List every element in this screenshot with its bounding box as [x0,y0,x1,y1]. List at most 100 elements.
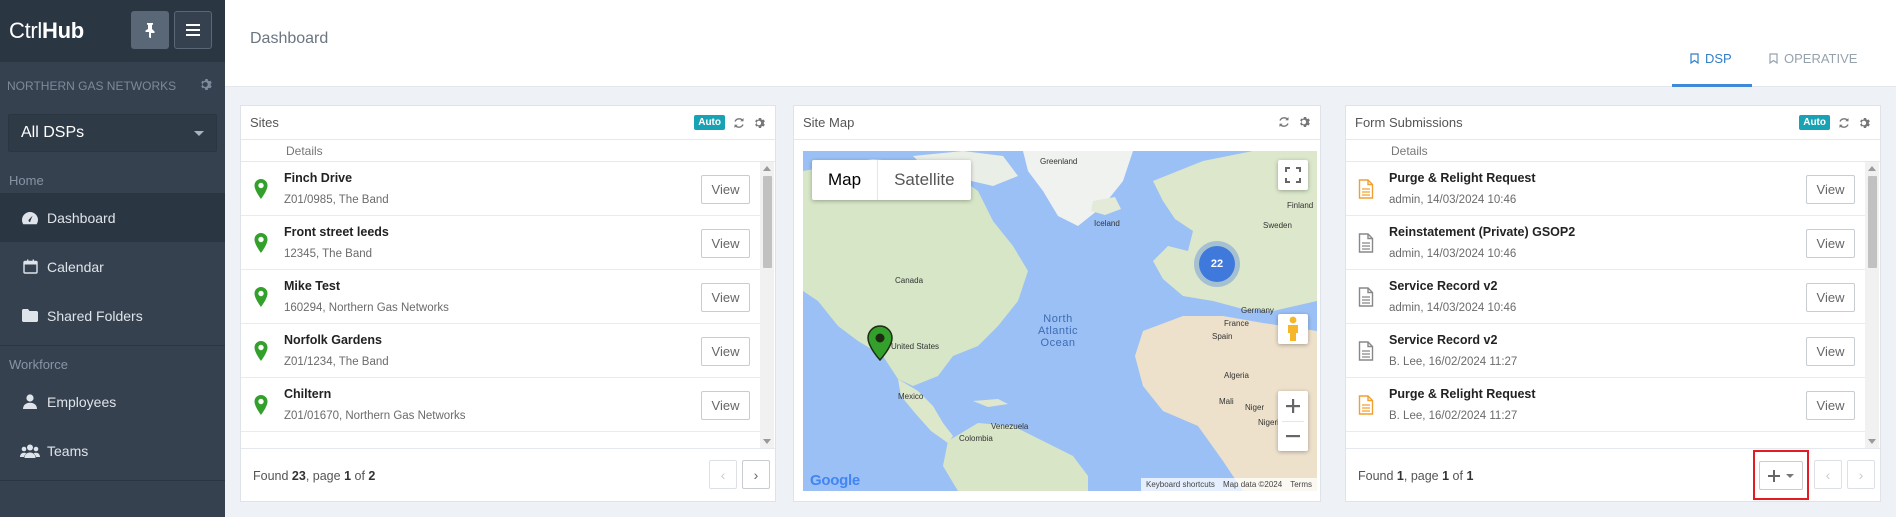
scroll-up-arrow-icon[interactable] [1868,166,1876,171]
panel-header: Site Map [794,106,1320,140]
map-label-mali: Mali [1219,397,1234,406]
app-logo[interactable]: CtrlHub [9,18,84,44]
pin-sidebar-button[interactable] [131,11,169,49]
document-icon [1358,233,1374,253]
settings-gear-icon[interactable] [1858,116,1872,130]
terms-link[interactable]: Terms [1290,480,1312,489]
org-settings-gear-icon[interactable] [200,78,213,94]
zoom-in-button[interactable] [1286,391,1300,421]
bookmark-icon [1769,53,1778,64]
panel-title: Sites [250,115,279,130]
refresh-icon[interactable] [732,116,746,130]
organisation-name: NORTHERN GAS NETWORKS [0,62,225,110]
sidebar-item-dashboard[interactable]: Dashboard [0,193,225,242]
minus-icon [1286,435,1300,438]
list-item: Service Record v2 admin, 14/03/2024 10:4… [1346,270,1866,324]
list-item: Purge & Relight Request B. Lee, 16/02/20… [1346,378,1866,432]
settings-gear-icon[interactable] [753,116,767,130]
caret-down-icon [1786,473,1794,478]
view-button[interactable]: View [1806,229,1855,258]
form-name: Purge & Relight Request [1389,171,1536,185]
form-name: Reinstatement (Private) GSOP2 [1389,225,1576,239]
scroll-down-arrow-icon[interactable] [763,439,771,444]
tab-dsp[interactable]: DSP [1690,51,1732,66]
menu-toggle-button[interactable] [174,11,212,49]
form-details: admin, 14/03/2024 10:46 [1389,248,1517,260]
map-marker-icon [254,233,268,253]
view-button[interactable]: View [701,283,750,312]
pegman-icon [1288,316,1298,341]
add-form-dropdown-button[interactable] [1759,461,1803,490]
scroll-thumb[interactable] [763,176,772,268]
site-details: 160294, Northern Gas Networks [284,302,449,314]
refresh-icon[interactable] [1277,115,1291,129]
document-icon [1358,287,1374,307]
page-title: Dashboard [250,30,329,47]
keyboard-shortcuts-link[interactable]: Keyboard shortcuts [1146,480,1215,489]
view-button[interactable]: View [1806,337,1855,366]
map-marker-icon [254,341,268,361]
map-attribution: Keyboard shortcuts Map data ©2024 Terms [1141,478,1317,491]
settings-gear-icon[interactable] [1298,115,1312,129]
view-button[interactable]: View [701,229,750,258]
prev-page-button[interactable]: ‹ [1814,460,1842,489]
map-type-satellite-button[interactable]: Satellite [878,160,970,200]
map-label-united-states: United States [891,342,940,351]
sidebar-item-teams[interactable]: Teams [0,426,225,475]
sidebar-item-employees[interactable]: Employees [0,377,225,426]
view-button[interactable]: View [1806,283,1855,312]
bookmark-icon [1690,53,1699,64]
fullscreen-button[interactable] [1278,160,1308,190]
sidebar-item-shared-folders[interactable]: Shared Folders [0,291,225,340]
view-button[interactable]: View [1806,391,1855,420]
site-name: Norfolk Gardens [284,333,382,347]
street-view-pegman-button[interactable] [1278,314,1308,344]
sidebar-item-calendar[interactable]: Calendar [0,242,225,291]
site-name: Chiltern [284,387,332,401]
auto-refresh-badge[interactable]: Auto [1799,115,1830,130]
panel-header: Sites Auto [241,106,775,140]
marker-cluster[interactable]: 22 [1199,246,1235,282]
sidebar-item-label: Dashboard [47,209,116,226]
scroll-down-arrow-icon[interactable] [1868,439,1876,444]
scroll-up-arrow-icon[interactable] [763,166,771,171]
form-details: admin, 14/03/2024 10:46 [1389,194,1517,206]
refresh-icon[interactable] [1837,116,1851,130]
map-type-map-button[interactable]: Map [812,160,879,200]
next-page-button[interactable]: › [1847,460,1875,489]
scroll-thumb[interactable] [1868,176,1877,268]
pagination-summary: Found 1, page 1 of 1 [1358,469,1474,483]
pagination-summary: Found 23, page 1 of 2 [253,469,376,483]
site-details: 12345, The Band [284,248,373,260]
map-data-text: Map data ©2024 [1222,480,1283,489]
dsp-select-value: All DSPs [21,124,85,141]
dsp-select[interactable]: All DSPs [8,114,217,152]
map-marker-icon[interactable] [867,325,893,361]
scrollbar[interactable] [760,162,774,448]
zoom-out-button[interactable] [1282,421,1304,451]
map-label-sweden: Sweden [1263,221,1292,230]
auto-refresh-badge[interactable]: Auto [694,115,725,130]
map-label-canada: Canada [895,276,924,285]
view-button[interactable]: View [701,391,750,420]
site-map-panel: Site Map Map Satellite Greenland Iceland… [793,105,1321,502]
document-icon [1358,395,1374,415]
active-tab-indicator [1672,84,1752,87]
scrollbar[interactable] [1865,162,1879,448]
view-button[interactable]: View [1806,175,1855,204]
map-label-mexico: Mexico [898,392,924,401]
view-button[interactable]: View [701,337,750,366]
site-details: Z01/01670, Northern Gas Networks [284,410,466,422]
form-submissions-panel: Form Submissions Auto Details Purge & Re… [1345,105,1881,502]
fullscreen-icon [1285,167,1301,183]
tab-operative[interactable]: OPERATIVE [1769,51,1857,66]
prev-page-button[interactable]: ‹ [709,460,737,489]
next-page-button[interactable]: › [742,460,770,489]
view-button[interactable]: View [701,175,750,204]
map-label-germany: Germany [1241,306,1274,315]
dashboard-icon [20,209,40,227]
nav-section-home: Home [9,173,44,188]
site-map[interactable]: Map Satellite Greenland Iceland Finland … [803,151,1317,491]
site-details: Z01/0985, The Band [284,194,389,206]
sites-panel: Sites Auto Details Finch Drive Z01/0985,… [240,105,776,502]
